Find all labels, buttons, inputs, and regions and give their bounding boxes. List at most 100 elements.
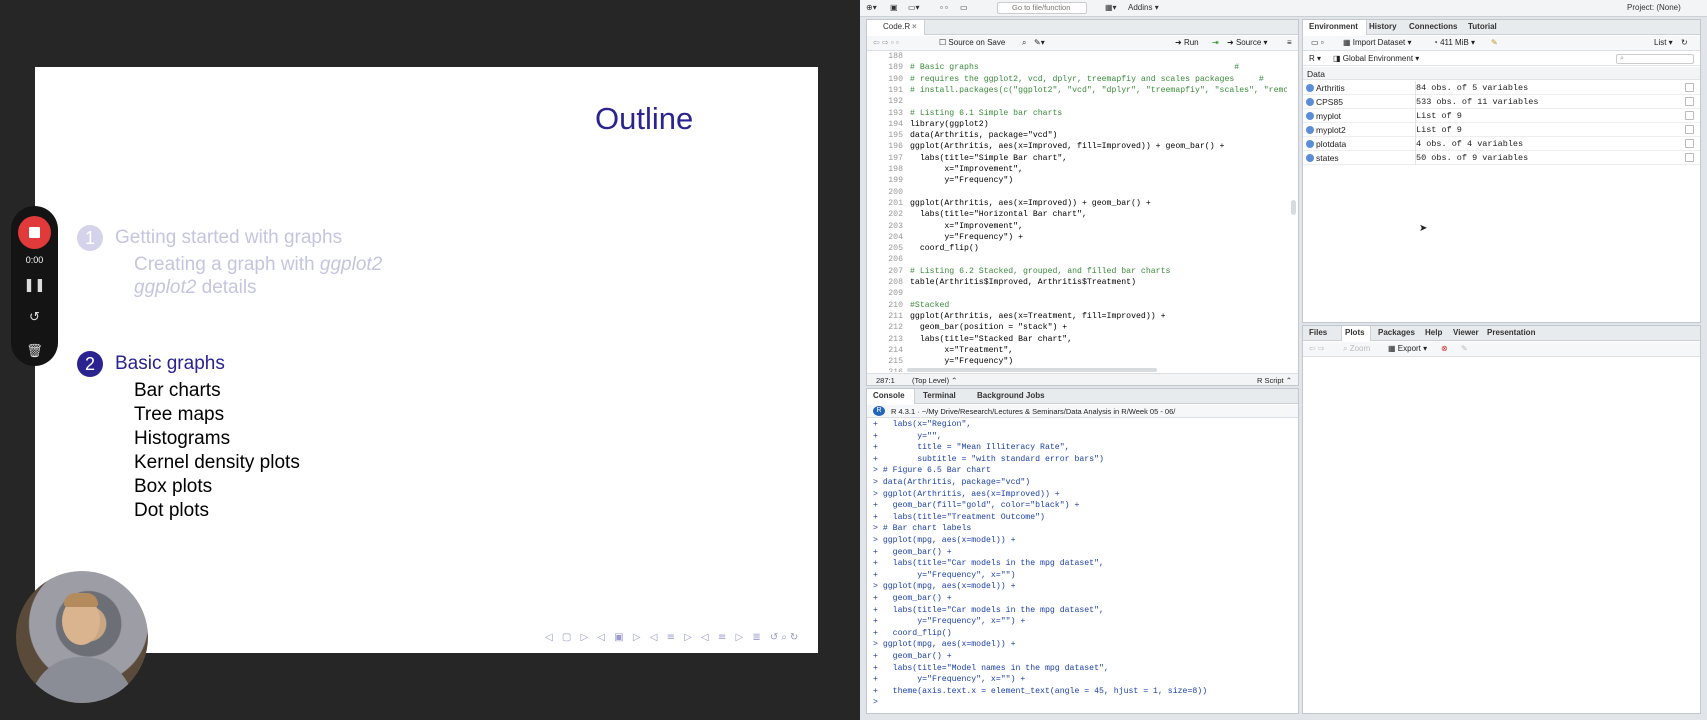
plot-nav-icon[interactable]: ⇦ ⇨ <box>1309 344 1325 353</box>
subsection-item[interactable]: Dot plots <box>134 499 209 523</box>
tab-tutorial[interactable]: Tutorial <box>1468 22 1497 31</box>
language-select[interactable]: R ▾ <box>1309 54 1321 63</box>
subsection-item[interactable]: Bar charts <box>134 379 221 403</box>
export-button[interactable]: ▦ Export ▾ <box>1388 344 1427 353</box>
environment-search-input[interactable]: ⌕ <box>1616 54 1694 64</box>
wand-icon[interactable]: ✎▾ <box>1034 38 1045 47</box>
console-line: + y="Frequency", x="") + <box>873 617 1026 627</box>
console-line: + coord_flip() <box>873 628 952 638</box>
stop-recording-button[interactable] <box>18 216 51 249</box>
environment-row[interactable]: CPS85 533 obs. of 11 variables <box>1303 95 1700 109</box>
tab-presentation[interactable]: Presentation <box>1487 328 1535 337</box>
save-icon[interactable]: ▫ ▫ <box>940 3 948 12</box>
subsection-item[interactable]: Box plots <box>134 475 212 499</box>
subsection-item[interactable]: ggplot2 details <box>134 276 257 300</box>
editor-hscrollbar[interactable] <box>907 368 1157 372</box>
filetype-select[interactable]: R Script ⌃ <box>1257 376 1292 385</box>
tab-code-r[interactable]: Code.R <box>883 22 910 31</box>
clear-plots-icon[interactable]: ✎ <box>1461 344 1468 353</box>
layout-icon[interactable]: ▦▾ <box>1105 3 1117 12</box>
console-line: + geom_bar() + <box>873 594 952 603</box>
open-workspace-icon[interactable]: ▭ ▫ <box>1311 38 1324 47</box>
object-value: 50 obs. of 9 variables <box>1416 153 1529 163</box>
view-data-icon[interactable] <box>1685 153 1694 162</box>
tab-terminal[interactable]: Terminal <box>923 391 956 400</box>
view-data-icon[interactable] <box>1685 125 1694 134</box>
tab-connections[interactable]: Connections <box>1409 22 1457 31</box>
tab-console[interactable]: Console <box>873 391 905 400</box>
refresh-icon[interactable]: ↻ <box>1681 38 1688 47</box>
import-dataset-button[interactable]: ▦ Import Dataset ▾ <box>1343 38 1412 47</box>
restart-icon[interactable]: ↺ <box>11 310 58 325</box>
tab-files[interactable]: Files <box>1309 328 1327 337</box>
tab-background-jobs[interactable]: Background Jobs <box>977 391 1045 400</box>
code-text: geom_bar(position = "stack") + <box>910 323 1068 333</box>
scope-select[interactable]: ◨ Global Environment ▾ <box>1333 54 1419 63</box>
expand-icon[interactable] <box>1306 84 1314 92</box>
tab-viewer[interactable]: Viewer <box>1453 328 1479 337</box>
addins-menu[interactable]: Addins ▾ <box>1128 3 1159 12</box>
object-name: plotdata <box>1316 139 1347 149</box>
subsection-item[interactable]: Creating a graph with ggplot2 <box>134 253 382 277</box>
console-output[interactable]: + labs(x="Region", + y="", + title = "Mean… <box>867 420 1292 710</box>
environment-row[interactable]: myplot2 List of 9 <box>1303 123 1700 137</box>
project-menu[interactable]: Project: (None) <box>1627 3 1681 12</box>
view-data-icon[interactable] <box>1685 83 1694 92</box>
subsection-item[interactable]: Histograms <box>134 427 230 451</box>
code-text: x="Improvement", <box>910 165 1024 174</box>
tab-plots[interactable]: Plots <box>1345 328 1365 337</box>
subsection-item[interactable]: Tree maps <box>134 403 224 427</box>
open-file-icon[interactable]: ▭▾ <box>908 3 920 12</box>
view-data-icon[interactable] <box>1685 97 1694 106</box>
memory-usage[interactable]: ◔ 411 MiB ▾ <box>1433 38 1475 47</box>
expand-icon[interactable] <box>1306 126 1314 134</box>
new-file-icon[interactable]: ⊕▾ <box>866 3 877 12</box>
broom-icon[interactable]: ✎ <box>1491 38 1498 47</box>
close-icon[interactable]: × <box>912 22 917 31</box>
line-number: 209 <box>888 289 903 299</box>
code-text: coord_flip() <box>910 244 979 254</box>
tab-environment[interactable]: Environment <box>1309 22 1358 31</box>
print-icon[interactable]: ▭ <box>960 3 968 12</box>
pause-icon[interactable]: ❚❚ <box>11 278 58 293</box>
source-button[interactable]: ➜ Source ▾ <box>1227 38 1268 47</box>
trash-icon[interactable]: 🗑 <box>11 344 58 359</box>
view-data-icon[interactable] <box>1685 139 1694 148</box>
zoom-button[interactable]: ⌕ Zoom <box>1343 344 1370 354</box>
expand-icon[interactable] <box>1306 140 1314 148</box>
section-2[interactable]: 2 Basic graphs <box>77 351 225 377</box>
expand-icon[interactable] <box>1306 112 1314 120</box>
environment-row[interactable]: plotdata 4 obs. of 4 variables <box>1303 137 1700 151</box>
environment-row[interactable]: myplot List of 9 <box>1303 109 1700 123</box>
scope-select[interactable]: (Top Level) ⌃ <box>912 376 957 385</box>
line-number: 202 <box>888 210 903 220</box>
subsection-item[interactable]: Kernel density plots <box>134 451 300 475</box>
remove-plot-icon[interactable]: ⊗ <box>1441 344 1448 353</box>
nav-arrows-icon[interactable]: ⇦ ⇨ ▫ ▫ <box>873 38 899 47</box>
expand-icon[interactable] <box>1306 98 1314 106</box>
new-project-icon[interactable]: ▣ <box>890 3 898 12</box>
search-icon[interactable]: ⌕ <box>1022 38 1026 48</box>
outline-icon[interactable]: ≡ <box>1287 38 1292 47</box>
section-1[interactable]: 1 Getting started with graphs <box>77 225 342 251</box>
line-number: 208 <box>888 278 903 287</box>
console-line: > <box>873 698 878 708</box>
source-on-save-checkbox[interactable]: ☐ Source on Save <box>939 38 1005 47</box>
tab-packages[interactable]: Packages <box>1378 328 1415 337</box>
run-button[interactable]: ➜ Run <box>1175 38 1199 47</box>
tab-history[interactable]: History <box>1369 22 1397 31</box>
tab-help[interactable]: Help <box>1425 328 1442 337</box>
environment-row[interactable]: Arthritis 84 obs. of 5 variables <box>1303 81 1700 95</box>
object-value: 533 obs. of 11 variables <box>1416 97 1539 107</box>
editor-vscrollbar[interactable] <box>1291 200 1296 215</box>
plots-pane: Files Plots Packages Help Viewer Present… <box>1302 325 1701 714</box>
goto-file-input[interactable]: Go to file/function <box>997 2 1087 14</box>
view-mode-select[interactable]: List ▾ <box>1654 38 1673 47</box>
beamer-navigation-icons[interactable]: ◁ ▢ ▷ ◁ ▣ ▷ ◁ ≡ ▷ ◁ ≡ ▷ ≣ ↺⌕↻ <box>545 632 801 643</box>
code-editor[interactable]: 188 189 # Basic graphs # 190 # requires the … <box>867 52 1287 372</box>
view-data-icon[interactable] <box>1685 111 1694 120</box>
rstudio-window: ⊕▾ ▣ ▭▾ ▫ ▫ ▭ Go to file/function ▦▾ Add… <box>860 0 1707 720</box>
expand-icon[interactable] <box>1306 154 1314 162</box>
rerun-icon[interactable]: ⇥ <box>1212 38 1219 47</box>
environment-row[interactable]: states 50 obs. of 9 variables <box>1303 151 1700 165</box>
